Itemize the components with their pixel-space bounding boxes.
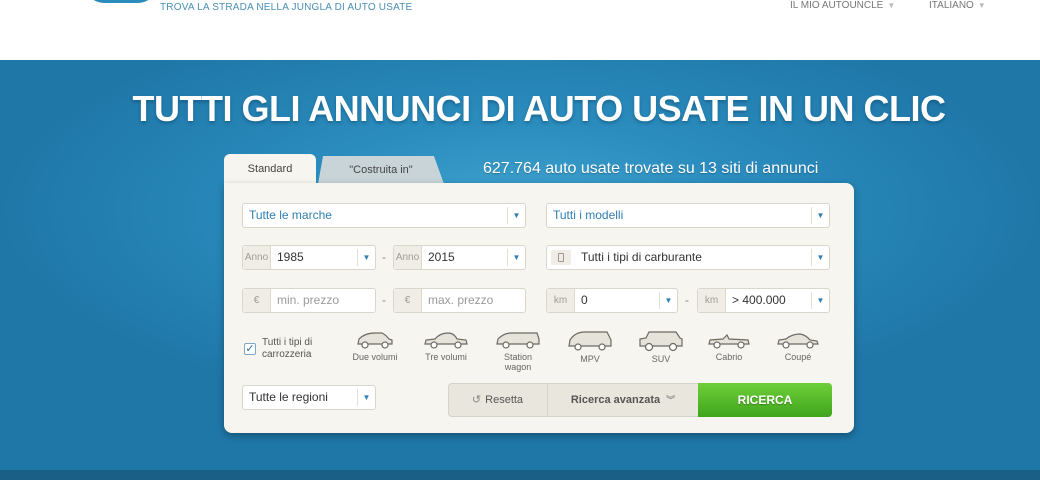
fuel-pump-icon <box>551 250 571 265</box>
chevron-down-icon: ▼ <box>811 292 829 309</box>
model-value: Tutti i modelli <box>553 208 624 222</box>
km-to-prefix: km <box>698 289 726 312</box>
year-from-prefix: Anno <box>243 246 271 269</box>
body-all-checkbox[interactable]: ✓ <box>244 343 256 355</box>
chevron-down-icon: ▼ <box>357 389 375 406</box>
price-max-prefix: € <box>394 289 422 312</box>
make-select[interactable]: Tutte le marche ▼ <box>242 203 526 228</box>
model-select[interactable]: Tutti i modelli ▼ <box>546 203 830 228</box>
km-to-select[interactable]: km > 400.000 ▼ <box>697 288 830 313</box>
reset-button[interactable]: ↺ Resetta <box>448 383 548 417</box>
hatchback-car-icon <box>357 332 393 349</box>
chevron-down-icon: ▼ <box>811 207 829 224</box>
range-dash: - <box>685 293 689 307</box>
chevron-down-icon: ▼ <box>507 207 525 224</box>
nav-language[interactable]: ITALIANO ▼ <box>929 0 986 11</box>
body-type-label: SUV <box>651 354 671 364</box>
year-from-select[interactable]: Anno 1985 ▼ <box>242 245 376 270</box>
range-dash: - <box>382 250 386 264</box>
tagline: TROVA LA STRADA NELLA JUNGLA DI AUTO USA… <box>160 2 413 13</box>
mpv-car-icon <box>568 331 612 351</box>
body-type-suv[interactable]: SUV <box>636 330 686 364</box>
price-max-input[interactable]: € max. prezzo <box>393 288 526 313</box>
chevron-down-icon: ▼ <box>977 1 986 10</box>
km-from-prefix: km <box>547 289 575 312</box>
advanced-search-button[interactable]: Ricerca avanzata ︾ <box>548 383 698 417</box>
chevron-down-icon: ▼ <box>887 1 896 10</box>
body-type-label: Coupé <box>784 352 812 362</box>
make-value: Tutte le marche <box>249 208 332 222</box>
sedan-car-icon <box>424 332 468 349</box>
page-title: TUTTI GLI ANNUNCI DI AUTO USATE IN UN CL… <box>132 88 946 129</box>
year-to-prefix: Anno <box>394 246 422 269</box>
price-max-placeholder: max. prezzo <box>428 293 494 307</box>
double-chevron-down-icon: ︾ <box>666 395 676 405</box>
body-type-label: Station wagon <box>503 352 533 372</box>
body-type-cabrio[interactable]: Cabrio <box>704 330 754 362</box>
chevron-down-icon: ▼ <box>811 249 829 266</box>
hero-bottom-band <box>0 470 1040 480</box>
body-type-sedan[interactable]: Tre volumi <box>421 330 471 362</box>
search-label: RICERCA <box>737 393 793 407</box>
price-min-prefix: € <box>243 289 271 312</box>
body-type-label: MPV <box>580 354 600 364</box>
chevron-down-icon: ▼ <box>659 292 677 309</box>
fuel-select[interactable]: Tutti i tipi di carburante ▼ <box>546 245 830 270</box>
year-from-value: 1985 <box>277 250 304 264</box>
chevron-down-icon: ▼ <box>507 249 525 266</box>
results-count: 627.764 auto usate trovate su 13 siti di… <box>483 160 819 177</box>
body-type-label: Due volumi <box>352 352 398 362</box>
region-value: Tutte le regioni <box>249 390 328 404</box>
km-to-value: > 400.000 <box>732 293 786 307</box>
nav-my-autouncle[interactable]: IL MIO AUTOUNCLE ▼ <box>790 0 895 11</box>
body-type-mpv[interactable]: MPV <box>565 330 615 364</box>
suv-car-icon <box>639 331 683 352</box>
km-from-value: 0 <box>581 293 588 307</box>
tab-costruita-in-label: "Costruita in" <box>349 164 413 176</box>
fuel-value: Tutti i tipi di carburante <box>581 250 702 264</box>
autouncle-logo-icon[interactable] <box>86 0 156 14</box>
nav-language-label: ITALIANO <box>929 0 974 11</box>
reset-label: Resetta <box>485 394 524 406</box>
price-min-input[interactable]: € min. prezzo <box>242 288 376 313</box>
price-min-placeholder: min. prezzo <box>277 293 340 307</box>
coupe-car-icon <box>777 333 819 349</box>
body-type-label: Cabrio <box>715 352 743 362</box>
reset-icon: ↺ <box>471 394 482 406</box>
action-bar: ↺ Resetta Ricerca avanzata ︾ RICERCA <box>448 383 832 417</box>
range-dash: - <box>382 293 386 307</box>
body-type-label: Tre volumi <box>425 352 467 362</box>
body-type-coupe[interactable]: Coupé <box>773 330 823 362</box>
km-from-select[interactable]: km 0 ▼ <box>546 288 678 313</box>
body-type-hatchback[interactable]: Due volumi <box>350 330 400 362</box>
region-select[interactable]: Tutte le regioni ▼ <box>242 385 376 410</box>
year-to-select[interactable]: Anno 2015 ▼ <box>393 245 526 270</box>
tab-standard-label: Standard <box>247 163 293 175</box>
chevron-down-icon: ▼ <box>357 249 375 266</box>
top-bar: TROVA LA STRADA NELLA JUNGLA DI AUTO USA… <box>0 0 1040 60</box>
station-wagon-car-icon <box>496 332 540 349</box>
body-type-station-wagon[interactable]: Station wagon <box>493 330 543 372</box>
year-to-value: 2015 <box>428 250 455 264</box>
tab-standard[interactable]: Standard <box>224 154 316 186</box>
body-all-label: Tutti i tipi di carrozzeria <box>262 337 313 360</box>
nav-my-autouncle-label: IL MIO AUTOUNCLE <box>790 0 884 11</box>
tab-costruita-in[interactable]: "Costruita in" <box>318 156 444 184</box>
advanced-search-label: Ricerca avanzata <box>570 394 661 406</box>
cabrio-car-icon <box>708 333 750 349</box>
search-button[interactable]: RICERCA <box>698 383 832 417</box>
